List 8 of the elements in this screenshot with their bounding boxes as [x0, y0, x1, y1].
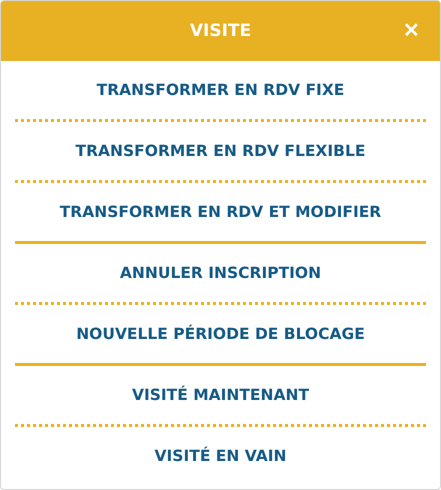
menu-item[interactable]: TRANSFORMER EN RDV FLEXIBLE: [68, 122, 374, 180]
menu-item[interactable]: TRANSFORMER EN RDV ET MODIFIER: [52, 183, 390, 241]
menu-item[interactable]: ANNULER INSCRIPTION: [112, 244, 330, 302]
menu-item[interactable]: VISITÉ MAINTENANT: [124, 366, 318, 424]
dialog-title: VISITE: [190, 21, 252, 41]
menu-item[interactable]: NOUVELLE PÉRIODE DE BLOCAGE: [68, 305, 373, 363]
menu-item[interactable]: TRANSFORMER EN RDV FIXE: [88, 61, 352, 119]
menu-item[interactable]: VISITÉ EN VAIN: [146, 427, 294, 485]
